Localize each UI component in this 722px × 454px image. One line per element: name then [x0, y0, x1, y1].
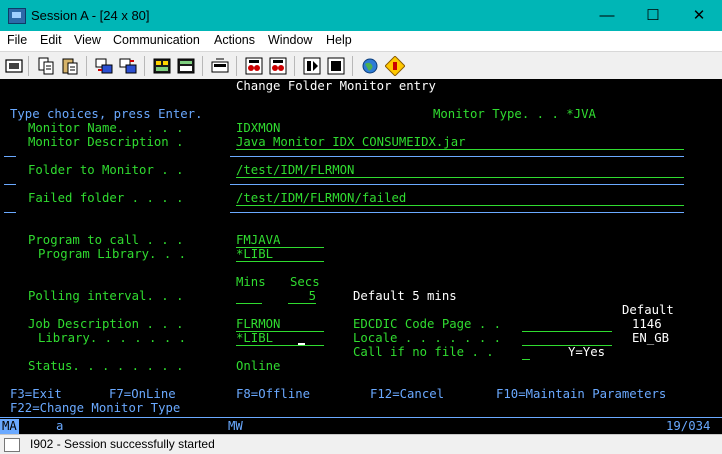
- library-label: Library. . . . . . .: [38, 331, 187, 345]
- program-library-label: Program Library. . .: [38, 247, 187, 261]
- operator-info-area: MA a MW 19/034: [0, 417, 722, 435]
- display-keypad-icon[interactable]: [152, 56, 172, 76]
- clear-icon[interactable]: [326, 56, 346, 76]
- polling-default: Default 5 mins: [353, 289, 457, 303]
- folder-label: Folder to Monitor . .: [28, 163, 184, 177]
- polling-mins-field[interactable]: [236, 289, 262, 304]
- monitor-name-label: Monitor Name. . . . .: [28, 121, 184, 135]
- copy-icon[interactable]: [36, 56, 56, 76]
- f7-online[interactable]: F7=OnLine: [109, 387, 176, 401]
- f3-exit[interactable]: F3=Exit: [10, 387, 62, 401]
- call-if-no-file-field[interactable]: [522, 345, 530, 360]
- play-macro-icon[interactable]: [268, 56, 288, 76]
- status-message: I902 - Session successfully started: [30, 437, 215, 451]
- job-description-label: Job Description . . .: [28, 317, 184, 331]
- menu-edit[interactable]: Edit: [40, 33, 62, 47]
- terminal-screen[interactable]: Change Folder Monitor entry Type choices…: [0, 79, 722, 417]
- title-bar: Session A - [24 x 80] — ☐ ✕: [0, 0, 722, 31]
- polling-label: Polling interval. . .: [28, 289, 184, 303]
- status-value: Online: [236, 359, 281, 373]
- f10-maintain[interactable]: F10=Maintain Parameters: [496, 387, 666, 401]
- text-cursor: [298, 343, 305, 345]
- run-icon[interactable]: [302, 56, 322, 76]
- minimize-button[interactable]: —: [584, 0, 630, 31]
- screen-title: Change Folder Monitor entry: [236, 79, 436, 93]
- program-label: Program to call . . .: [28, 233, 184, 247]
- help-globe-icon[interactable]: [360, 56, 380, 76]
- paste-icon[interactable]: [60, 56, 80, 76]
- failed-folder-field[interactable]: /test/IDM/FLRMON/failed: [236, 191, 684, 206]
- macro-icon[interactable]: [176, 56, 196, 76]
- locale-field[interactable]: [522, 331, 612, 346]
- monitor-type: Monitor Type. . . *JVA: [433, 107, 596, 121]
- call-if-no-file-label: Call if no file . .: [353, 345, 494, 359]
- send-receive-icon[interactable]: [94, 56, 114, 76]
- menu-help[interactable]: Help: [326, 33, 352, 47]
- ebcdic-label: EDCDIC Code Page . .: [353, 317, 502, 331]
- cursor-position: 19/034: [666, 419, 711, 433]
- stop-macro-icon[interactable]: [244, 56, 264, 76]
- app-icon: [8, 8, 26, 24]
- toolbar: [0, 51, 722, 81]
- program-library-field[interactable]: *LIBL: [236, 247, 324, 262]
- customize-icon[interactable]: [385, 56, 405, 76]
- program-field[interactable]: FMJAVA: [236, 233, 324, 248]
- menu-file[interactable]: File: [7, 33, 27, 47]
- status-label: Status. . . . . . . .: [28, 359, 184, 373]
- library-field[interactable]: *LIBL: [236, 331, 324, 346]
- call-hint: Y=Yes: [568, 345, 606, 359]
- default-header: Default: [622, 303, 674, 317]
- monitor-description-field[interactable]: Java Monitor IDX CONSUMEIDX.jar: [236, 135, 684, 150]
- folder-field[interactable]: /test/IDM/FLRMON: [236, 163, 684, 178]
- close-button[interactable]: ✕: [676, 0, 722, 31]
- receive-file-icon[interactable]: [118, 56, 138, 76]
- menu-communication[interactable]: Communication: [113, 33, 200, 47]
- status-bar: I902 - Session successfully started: [0, 434, 722, 454]
- f22-change-type[interactable]: F22=Change Monitor Type: [10, 401, 180, 415]
- secs-header: Secs: [290, 275, 320, 289]
- oia-a: a: [56, 419, 64, 433]
- instruction-text: Type choices, press Enter.: [10, 107, 203, 121]
- menu-window[interactable]: Window: [268, 33, 312, 47]
- locale-label: Locale . . . . . . .: [353, 331, 502, 345]
- record-macro-icon[interactable]: [210, 56, 230, 76]
- maximize-button[interactable]: ☐: [630, 0, 676, 31]
- f12-cancel[interactable]: F12=Cancel: [370, 387, 444, 401]
- session-status-icon: [4, 438, 20, 452]
- window-title: Session A - [24 x 80]: [31, 8, 150, 23]
- mins-header: Mins: [236, 275, 266, 289]
- ebcdic-field[interactable]: [522, 317, 612, 332]
- oia-mw: MW: [228, 419, 243, 433]
- monitor-description-label: Monitor Description .: [28, 135, 184, 149]
- oia-ma: MA: [0, 419, 19, 434]
- failed-folder-label: Failed folder . . . .: [28, 191, 184, 205]
- f8-offline[interactable]: F8=Offline: [236, 387, 310, 401]
- monitor-name-value: IDXMON: [236, 121, 281, 135]
- ebcdic-default: 1146: [632, 317, 662, 331]
- menu-bar: File Edit View Communication Actions Win…: [0, 31, 722, 51]
- print-screen-icon[interactable]: [4, 56, 24, 76]
- job-description-field[interactable]: FLRMON: [236, 317, 324, 332]
- menu-actions[interactable]: Actions: [214, 33, 255, 47]
- menu-view[interactable]: View: [74, 33, 101, 47]
- polling-secs-field[interactable]: 5: [288, 289, 316, 304]
- locale-default: EN_GB: [632, 331, 670, 345]
